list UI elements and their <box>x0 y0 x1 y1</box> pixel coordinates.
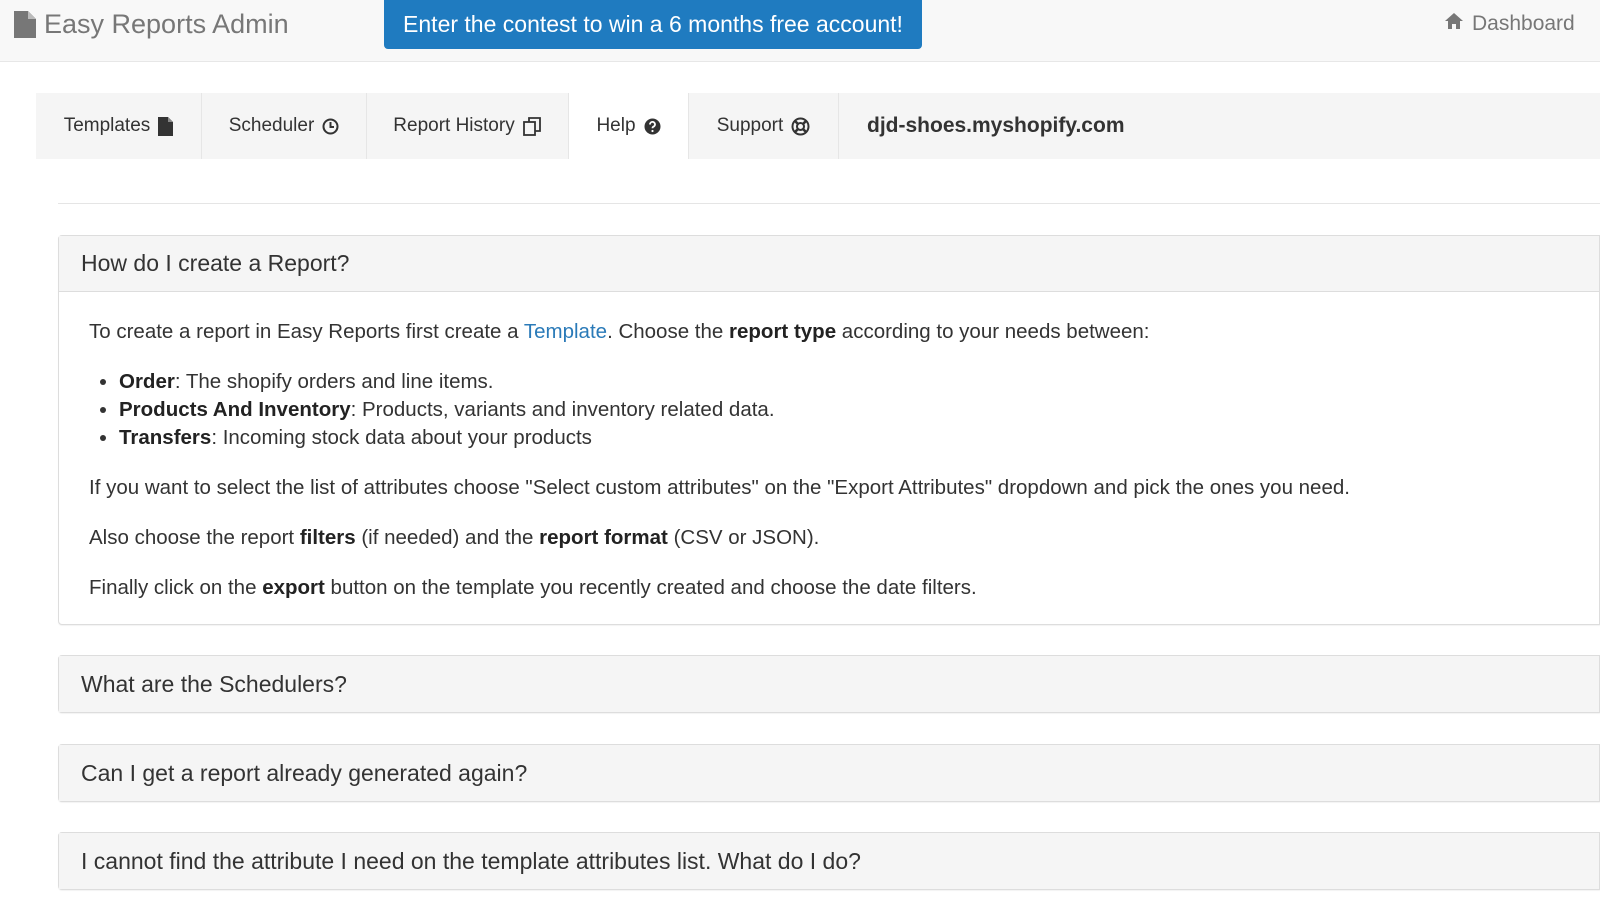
clock-icon <box>322 118 339 135</box>
type-desc: : Products, variants and inventory relat… <box>350 398 775 421</box>
dashboard-link[interactable]: Dashboard <box>1444 10 1575 38</box>
text: Also choose the report <box>89 526 300 549</box>
contest-promo-button[interactable]: Enter the contest to win a 6 months free… <box>384 0 922 49</box>
brand-title: Easy Reports Admin <box>44 8 289 39</box>
divider <box>58 203 1600 204</box>
top-navbar: Easy Reports Admin Enter the contest to … <box>0 0 1600 62</box>
faq-question[interactable]: What are the Schedulers? <box>59 656 1599 712</box>
tab-label: Support <box>716 115 784 136</box>
text: Finally click on the <box>89 576 263 599</box>
tab-label: Templates <box>63 115 151 136</box>
bold-text: report type <box>729 320 837 343</box>
tab-label: Scheduler <box>228 115 315 136</box>
answer-intro: To create a report in Easy Reports first… <box>89 318 1569 346</box>
type-desc: : The shopify orders and line items. <box>174 370 494 393</box>
file-icon <box>158 116 174 136</box>
tab-label: Report History <box>393 115 515 136</box>
faq-panel-schedulers: What are the Schedulers? <box>58 655 1600 713</box>
list-item: Transfers: Incoming stock data about you… <box>119 424 1569 452</box>
home-icon <box>1444 12 1464 36</box>
text: To create a report in Easy Reports first… <box>89 320 524 343</box>
shop-domain: djd-shoes.myshopify.com <box>839 93 1600 159</box>
main-tabs: Templates Scheduler Report History Help <box>36 93 1600 159</box>
faq-panel-report-again: Can I get a report already generated aga… <box>58 744 1600 802</box>
copy-icon <box>522 116 542 136</box>
type-name: Products And Inventory <box>119 398 351 421</box>
template-link[interactable]: Template <box>524 320 607 343</box>
brand[interactable]: Easy Reports Admin <box>14 8 289 40</box>
tab-help[interactable]: Help <box>569 93 689 159</box>
list-item: Products And Inventory: Products, varian… <box>119 396 1569 424</box>
text: button on the template you recently crea… <box>324 576 977 599</box>
list-item: Order: The shopify orders and line items… <box>119 368 1569 396</box>
attributes-note: If you want to select the list of attrib… <box>89 476 1350 499</box>
bold-text: export <box>262 576 325 599</box>
dashboard-label: Dashboard <box>1472 12 1575 35</box>
type-desc: : Incoming stock data about your product… <box>211 426 592 449</box>
faq-answer: To create a report in Easy Reports first… <box>59 292 1599 602</box>
faq-question[interactable]: I cannot find the attribute I need on th… <box>59 833 1599 889</box>
report-type-list: Order: The shopify orders and line items… <box>89 368 1569 452</box>
faq-question[interactable]: How do I create a Report? <box>59 236 1599 292</box>
text: (CSV or JSON). <box>667 526 820 549</box>
tab-scheduler[interactable]: Scheduler <box>202 93 367 159</box>
faq-panel-attribute-missing: I cannot find the attribute I need on th… <box>58 832 1600 890</box>
faq-question[interactable]: Can I get a report already generated aga… <box>59 745 1599 801</box>
file-icon <box>14 10 36 38</box>
text: according to your needs between: <box>836 320 1150 343</box>
bold-text: report format <box>539 526 668 549</box>
filters-note: Also choose the report filters (if neede… <box>89 524 1569 552</box>
final-note: Finally click on the export button on th… <box>89 574 1569 602</box>
faq-panel-create-report: How do I create a Report? To create a re… <box>58 235 1600 625</box>
tab-label: Help <box>596 115 636 136</box>
type-name: Transfers <box>119 426 212 449</box>
tab-support[interactable]: Support <box>689 93 839 159</box>
bold-text: filters <box>299 526 356 549</box>
life-ring-icon <box>791 117 810 136</box>
tab-templates[interactable]: Templates <box>36 93 202 159</box>
type-name: Order <box>119 370 175 393</box>
text: . Choose the <box>607 320 730 343</box>
question-circle-icon <box>644 118 661 135</box>
text: (if needed) and the <box>355 526 540 549</box>
tab-report-history[interactable]: Report History <box>367 93 569 159</box>
